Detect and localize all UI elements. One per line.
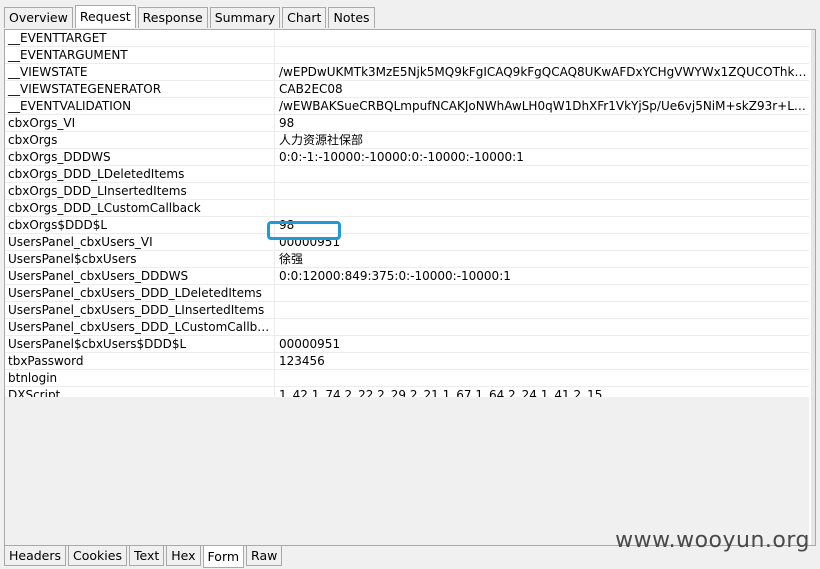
param-value[interactable]: /wEWBAKSueCRBQLmpufNCAKJoNWhAwLH0qW1DhXF…	[274, 97, 809, 115]
param-value[interactable]: 0:0:-1:-10000:-10000:0:-10000:-10000:1	[274, 148, 809, 166]
param-value[interactable]: CAB2EC08	[274, 80, 809, 98]
table-row[interactable]: __VIEWSTATE/wEPDwUKMTk3MzE5Njk5MQ9kFgICA…	[5, 63, 809, 81]
param-name[interactable]: UsersPanel_cbxUsers_DDD_LCustomCallback	[5, 318, 275, 336]
table-row[interactable]: UsersPanel_cbxUsers_DDDWS 0:0:12000:849:3…	[5, 267, 809, 285]
table-row[interactable]: UsersPanel_cbxUsers_DDD_LCustomCallback	[5, 318, 809, 336]
table-row[interactable]: __VIEWSTATEGENERATOR CAB2EC08	[5, 80, 809, 98]
format-tabs: Headers Cookies Text Hex Form Raw	[4, 546, 284, 568]
table-row[interactable]: __EVENTTARGET	[5, 30, 809, 47]
param-name[interactable]: tbxPassword	[5, 352, 275, 370]
param-value[interactable]: 0:0:12000:849:375:0:-10000:-10000:1	[274, 267, 809, 285]
empty-table-area	[5, 397, 809, 545]
tab-response[interactable]: Response	[137, 7, 208, 28]
param-name[interactable]: cbxOrgs_DDD_LCustomCallback	[5, 199, 275, 217]
param-value[interactable]	[274, 182, 809, 200]
table-row[interactable]: cbxOrgs_DDD_LDeletedItems	[5, 165, 809, 183]
tab-chart[interactable]: Chart	[282, 7, 327, 28]
param-value[interactable]	[274, 30, 809, 47]
tab-hex[interactable]: Hex	[166, 546, 201, 566]
param-value[interactable]: 98	[274, 114, 809, 132]
param-name[interactable]: cbxOrgs_DDD_LDeletedItems	[5, 165, 275, 183]
tab-overview[interactable]: Overview	[4, 7, 73, 28]
tab-text[interactable]: Text	[128, 546, 165, 566]
param-name[interactable]: __EVENTVALIDATION	[5, 97, 275, 115]
table-row[interactable]: UsersPanel_cbxUsers_DDD_LInsertedItems	[5, 301, 809, 319]
param-name[interactable]: __VIEWSTATE	[5, 63, 275, 81]
tab-headers[interactable]: Headers	[4, 546, 67, 566]
table-row[interactable]: __EVENTARGUMENT	[5, 46, 809, 64]
param-name[interactable]: UsersPanel$cbxUsers	[5, 250, 275, 268]
param-value[interactable]	[274, 301, 809, 319]
param-value[interactable]: 人力资源社保部	[274, 131, 809, 149]
param-name[interactable]: __EVENTTARGET	[5, 30, 275, 47]
watermark: www.wooyun.org	[615, 528, 810, 553]
tab-raw[interactable]: Raw	[246, 546, 283, 566]
table-row[interactable]: cbxOrgs_VI 98	[5, 114, 809, 132]
param-value[interactable]: 00000951	[274, 233, 809, 251]
table-row[interactable]: cbxOrgs 人力资源社保部	[5, 131, 809, 149]
table-row[interactable]: __EVENTVALIDATION/wEWBAKSueCRBQLmpufNCAK…	[5, 97, 809, 115]
param-name[interactable]: cbxOrgs$DDD$L	[5, 216, 275, 234]
param-name[interactable]: UsersPanel_cbxUsers_DDD_LInsertedItems	[5, 301, 275, 319]
param-name[interactable]: btnlogin	[5, 369, 275, 387]
param-name[interactable]: cbxOrgs_DDD_LInsertedItems	[5, 182, 275, 200]
param-name[interactable]: __EVENTARGUMENT	[5, 46, 275, 64]
param-name[interactable]: UsersPanel$cbxUsers$DDD$L	[5, 335, 275, 353]
table-row[interactable]: cbxOrgs$DDD$L 98	[5, 216, 809, 234]
param-name[interactable]: __VIEWSTATEGENERATOR	[5, 80, 275, 98]
tab-notes[interactable]: Notes	[328, 7, 375, 28]
table-row[interactable]: btnlogin	[5, 369, 809, 387]
form-params-table: __EVENTTARGET __EVENTARGUMENT __VIEWSTATE /…	[5, 30, 809, 421]
param-value[interactable]: 徐强	[274, 250, 809, 268]
form-params-panel: __EVENTTARGET __EVENTARGUMENT __VIEWSTATE /…	[4, 29, 816, 546]
table-row[interactable]: cbxOrgs_DDD_LCustomCallback	[5, 199, 809, 217]
param-value[interactable]	[274, 369, 809, 387]
param-value[interactable]	[274, 165, 809, 183]
param-name[interactable]: UsersPanel_cbxUsers_DDDWS	[5, 267, 275, 285]
table-row[interactable]: UsersPanel_cbxUsers_DDD_LDeletedItems	[5, 284, 809, 302]
tab-cookies[interactable]: Cookies	[68, 546, 127, 566]
param-value[interactable]	[274, 199, 809, 217]
param-name[interactable]: cbxOrgs	[5, 131, 275, 149]
table-row[interactable]: tbxPassword 123456	[5, 352, 809, 370]
param-value[interactable]: 00000951	[274, 335, 809, 353]
param-name[interactable]: UsersPanel_cbxUsers_DDD_LDeletedItems	[5, 284, 275, 302]
param-name[interactable]: cbxOrgs_VI	[5, 114, 275, 132]
param-value[interactable]	[274, 284, 809, 302]
param-value[interactable]: 123456	[274, 352, 809, 370]
table-row[interactable]: UsersPanel$cbxUsers$DDD$L 00000951	[5, 335, 809, 353]
param-value[interactable]: /wEPDwUKMTk3MzE5Njk5MQ9kFgICAQ9kFgQCAQ8U…	[274, 63, 809, 81]
param-value[interactable]	[274, 318, 809, 336]
param-name[interactable]: UsersPanel_cbxUsers_VI	[5, 233, 275, 251]
table-row[interactable]: UsersPanel_cbxUsers_VI 00000951	[5, 233, 809, 251]
table-row[interactable]: cbxOrgs_DDD_LInsertedItems	[5, 182, 809, 200]
tab-request[interactable]: Request	[74, 5, 136, 28]
scrollbar[interactable]	[811, 30, 815, 545]
param-name[interactable]: cbxOrgs_DDDWS	[5, 148, 275, 166]
request-view-tabs: Overview Request Response Summary Chart Notes	[4, 5, 377, 29]
tab-summary[interactable]: Summary	[209, 7, 281, 28]
table-row[interactable]: cbxOrgs_DDDWS 0:0:-1:-10000:-10000:0:-100…	[5, 148, 809, 166]
tab-form[interactable]: Form	[202, 546, 245, 568]
table-row[interactable]: UsersPanel$cbxUsers 徐强	[5, 250, 809, 268]
param-value[interactable]: 98	[274, 216, 809, 234]
param-value[interactable]	[274, 46, 809, 64]
